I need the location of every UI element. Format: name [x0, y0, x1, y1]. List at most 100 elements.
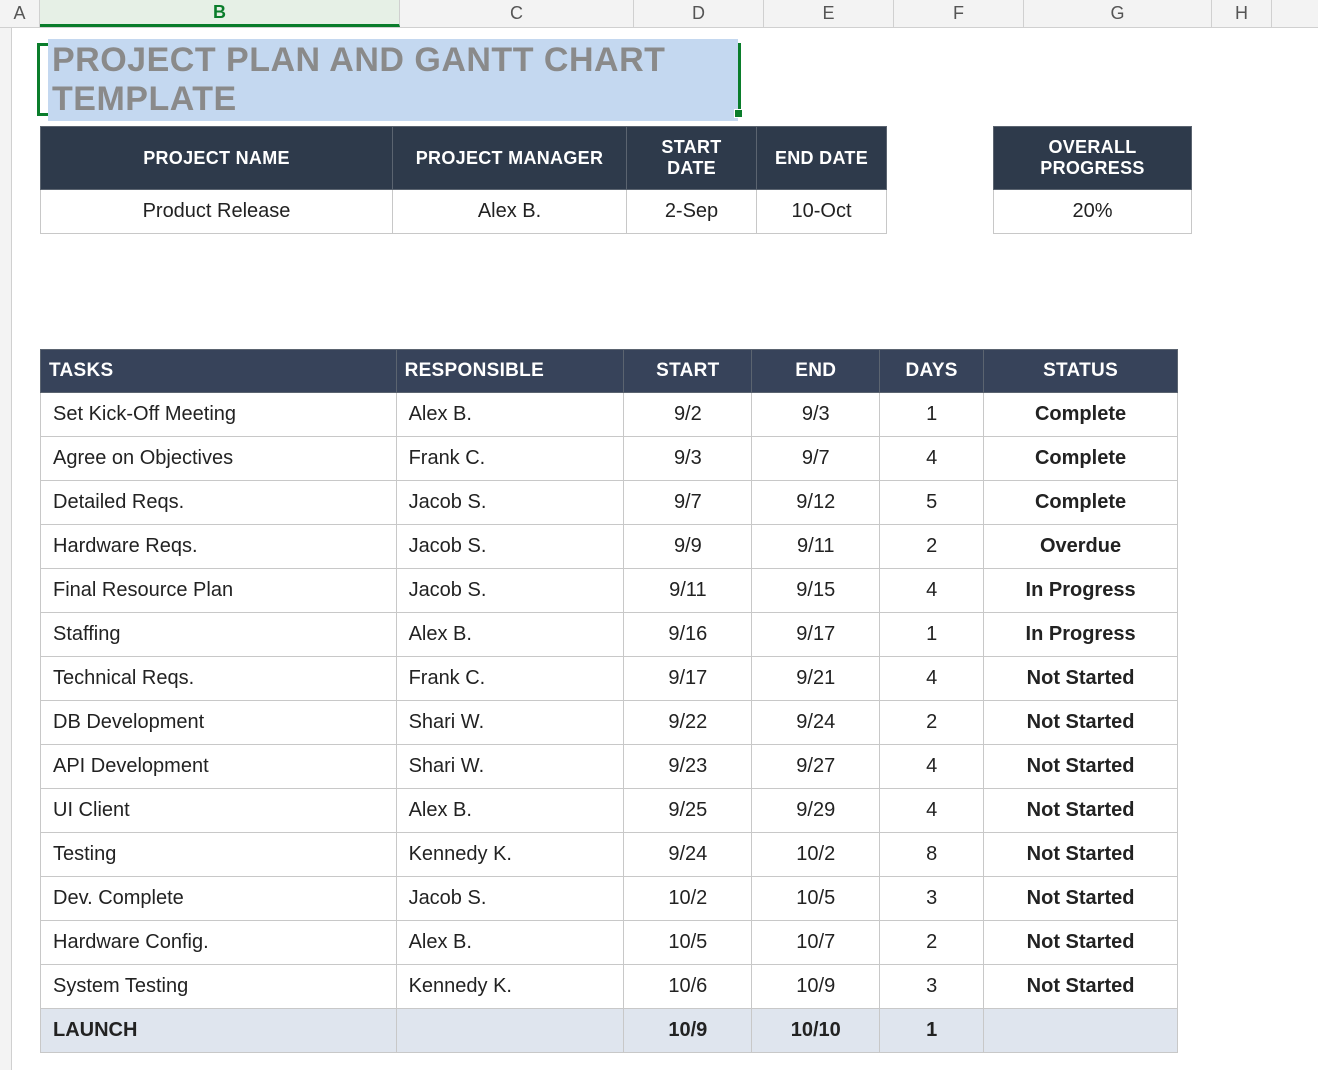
cell-task[interactable]: LAUNCH — [41, 1009, 397, 1053]
cell-days[interactable]: 4 — [880, 437, 984, 481]
cell-days[interactable]: 4 — [880, 789, 984, 833]
cell-status[interactable]: Not Started — [984, 745, 1178, 789]
cell-responsible[interactable]: Alex B. — [396, 789, 624, 833]
cell-task[interactable]: Detailed Reqs. — [41, 481, 397, 525]
cell-status[interactable]: Not Started — [984, 965, 1178, 1009]
cell-task[interactable]: Testing — [41, 833, 397, 877]
cell-task[interactable]: API Development — [41, 745, 397, 789]
cell-responsible[interactable]: Kennedy K. — [396, 965, 624, 1009]
header-overall-progress[interactable]: OVERALL PROGRESS — [994, 127, 1192, 190]
cell-days[interactable]: 2 — [880, 701, 984, 745]
cell-status[interactable]: Complete — [984, 393, 1178, 437]
cell-end-date[interactable]: 10-Oct — [757, 190, 887, 234]
fill-handle-icon[interactable] — [734, 109, 743, 118]
cell-start[interactable]: 9/17 — [624, 657, 752, 701]
cell-responsible[interactable]: Alex B. — [396, 921, 624, 965]
cell-responsible[interactable]: Alex B. — [396, 393, 624, 437]
cell-end[interactable]: 9/29 — [752, 789, 880, 833]
cell-start[interactable]: 9/7 — [624, 481, 752, 525]
cell-status[interactable]: Complete — [984, 437, 1178, 481]
cell-days[interactable]: 4 — [880, 657, 984, 701]
cell-end[interactable]: 9/15 — [752, 569, 880, 613]
cell-task[interactable]: Hardware Config. — [41, 921, 397, 965]
header-days[interactable]: DAYS — [880, 350, 984, 393]
cell-days[interactable]: 1 — [880, 393, 984, 437]
cell-days[interactable]: 4 — [880, 745, 984, 789]
cell-status[interactable] — [984, 1009, 1178, 1053]
cell-end[interactable]: 10/7 — [752, 921, 880, 965]
cell-end[interactable]: 9/21 — [752, 657, 880, 701]
cell-status[interactable]: Not Started — [984, 701, 1178, 745]
cell-status[interactable]: Not Started — [984, 789, 1178, 833]
cell-days[interactable]: 4 — [880, 569, 984, 613]
cell-end[interactable]: 9/3 — [752, 393, 880, 437]
cell-days[interactable]: 8 — [880, 833, 984, 877]
header-project-name[interactable]: PROJECT NAME — [41, 127, 393, 190]
cell-start[interactable]: 9/25 — [624, 789, 752, 833]
cell-task[interactable]: Dev. Complete — [41, 877, 397, 921]
cell-start[interactable]: 10/5 — [624, 921, 752, 965]
header-start-date[interactable]: START DATE — [627, 127, 757, 190]
cell-status[interactable]: Not Started — [984, 921, 1178, 965]
cell-start[interactable]: 9/2 — [624, 393, 752, 437]
cell-end[interactable]: 10/2 — [752, 833, 880, 877]
cell-responsible[interactable]: Jacob S. — [396, 525, 624, 569]
cell-end[interactable]: 10/5 — [752, 877, 880, 921]
cell-days[interactable]: 2 — [880, 525, 984, 569]
cell-status[interactable]: Not Started — [984, 657, 1178, 701]
cell-task[interactable]: Technical Reqs. — [41, 657, 397, 701]
cell-overall-progress[interactable]: 20% — [994, 190, 1192, 234]
header-tasks[interactable]: TASKS — [41, 350, 397, 393]
col-header-g[interactable]: G — [1024, 0, 1212, 27]
cell-days[interactable]: 3 — [880, 965, 984, 1009]
cell-responsible[interactable]: Frank C. — [396, 437, 624, 481]
cell-start[interactable]: 9/16 — [624, 613, 752, 657]
cell-responsible[interactable]: Frank C. — [396, 657, 624, 701]
cell-start[interactable]: 10/9 — [624, 1009, 752, 1053]
cell-start[interactable]: 9/23 — [624, 745, 752, 789]
cell-status[interactable]: Not Started — [984, 877, 1178, 921]
cell-end[interactable]: 9/17 — [752, 613, 880, 657]
cell-days[interactable]: 1 — [880, 613, 984, 657]
header-end[interactable]: END — [752, 350, 880, 393]
cell-status[interactable]: Not Started — [984, 833, 1178, 877]
cell-end[interactable]: 9/7 — [752, 437, 880, 481]
cell-task[interactable]: Final Resource Plan — [41, 569, 397, 613]
cell-status[interactable]: In Progress — [984, 569, 1178, 613]
cell-task[interactable]: Staffing — [41, 613, 397, 657]
col-header-d[interactable]: D — [634, 0, 764, 27]
cell-project-name[interactable]: Product Release — [41, 190, 393, 234]
col-header-f[interactable]: F — [894, 0, 1024, 27]
cell-task[interactable]: Hardware Reqs. — [41, 525, 397, 569]
col-header-c[interactable]: C — [400, 0, 634, 27]
cell-task[interactable]: UI Client — [41, 789, 397, 833]
header-start[interactable]: START — [624, 350, 752, 393]
cell-start[interactable]: 9/3 — [624, 437, 752, 481]
cell-start[interactable]: 9/11 — [624, 569, 752, 613]
cell-task[interactable]: DB Development — [41, 701, 397, 745]
cell-responsible[interactable]: Jacob S. — [396, 877, 624, 921]
cell-project-manager[interactable]: Alex B. — [393, 190, 627, 234]
cell-task[interactable]: Set Kick-Off Meeting — [41, 393, 397, 437]
cell-responsible[interactable]: Jacob S. — [396, 481, 624, 525]
cell-start-date[interactable]: 2-Sep — [627, 190, 757, 234]
cell-days[interactable]: 1 — [880, 1009, 984, 1053]
header-status[interactable]: STATUS — [984, 350, 1178, 393]
cell-status[interactable]: Overdue — [984, 525, 1178, 569]
cell-task[interactable]: System Testing — [41, 965, 397, 1009]
cell-start[interactable]: 9/24 — [624, 833, 752, 877]
col-header-e[interactable]: E — [764, 0, 894, 27]
cell-end[interactable]: 9/12 — [752, 481, 880, 525]
cell-responsible[interactable]: Kennedy K. — [396, 833, 624, 877]
col-header-a[interactable]: A — [0, 0, 40, 27]
cell-end[interactable]: 10/9 — [752, 965, 880, 1009]
cell-status[interactable]: Complete — [984, 481, 1178, 525]
cell-responsible[interactable] — [396, 1009, 624, 1053]
col-header-b[interactable]: B — [40, 0, 400, 27]
cell-days[interactable]: 5 — [880, 481, 984, 525]
cell-responsible[interactable]: Shari W. — [396, 701, 624, 745]
cell-days[interactable]: 3 — [880, 877, 984, 921]
cell-start[interactable]: 9/9 — [624, 525, 752, 569]
active-cell[interactable]: PROJECT PLAN AND GANTT CHART TEMPLATE — [37, 43, 741, 116]
header-responsible[interactable]: RESPONSIBLE — [396, 350, 624, 393]
